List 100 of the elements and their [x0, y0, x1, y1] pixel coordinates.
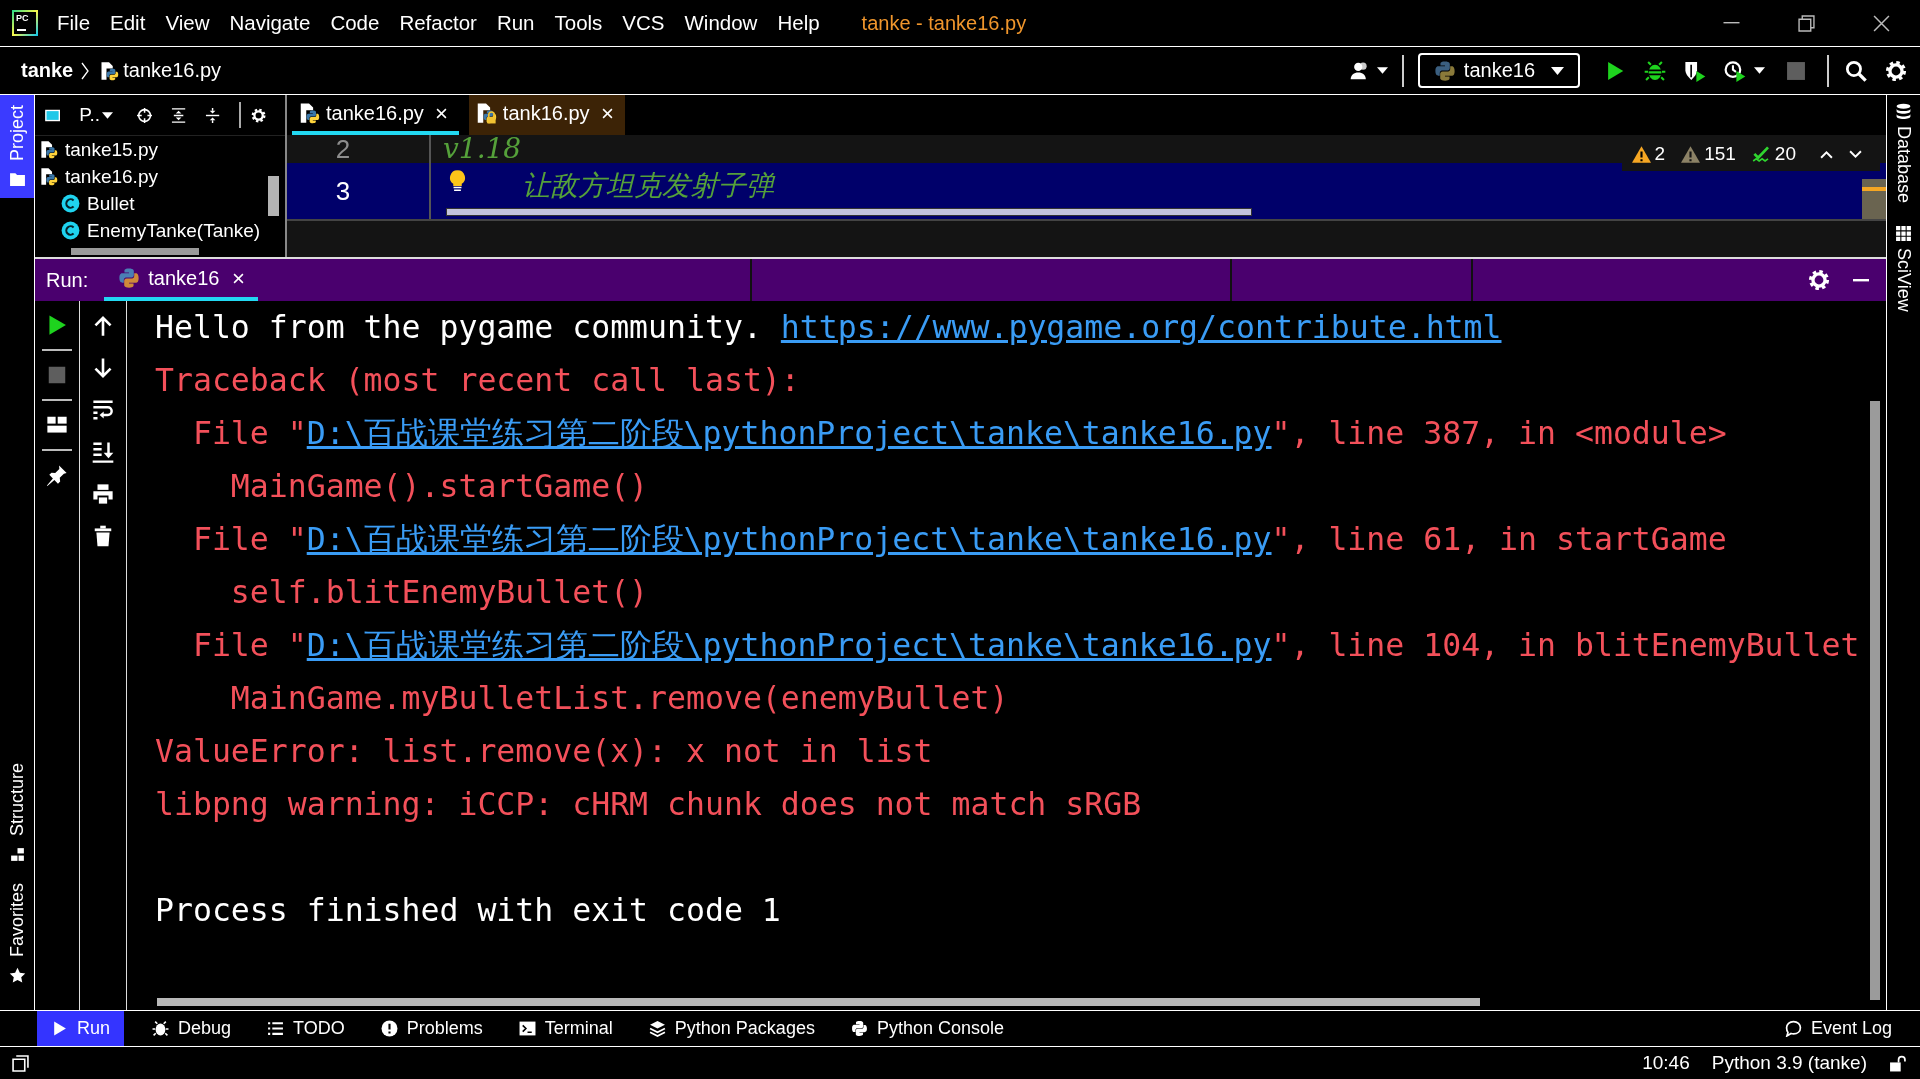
breadcrumb-item[interactable]: tanke — [21, 59, 74, 82]
error-line: MainGame.myBulletList.remove(enemyBullet) — [230, 680, 1009, 716]
trash-icon[interactable] — [92, 525, 114, 547]
tool-window-button[interactable]: Python Console — [842, 1011, 1012, 1046]
tool-window-tab[interactable]: Project — [0, 95, 34, 199]
interpreter-selector[interactable]: Python 3.9 (tanke) — [1711, 1052, 1867, 1074]
horizontal-scrollbar[interactable] — [157, 998, 1480, 1006]
menu-item[interactable]: Code — [320, 11, 390, 35]
menu-item[interactable]: Tools — [544, 11, 613, 35]
menu-item[interactable]: Edit — [100, 11, 156, 35]
soft-wrap-icon[interactable] — [92, 399, 114, 421]
caret-icon — [1551, 66, 1564, 75]
lightbulb-icon[interactable] — [449, 169, 466, 193]
cursor-position[interactable]: 10:46 — [1642, 1052, 1690, 1074]
tool-window-tab[interactable]: SciView — [1887, 217, 1920, 326]
menu-item[interactable]: Window — [674, 11, 768, 35]
menu-item[interactable]: Navigate — [219, 11, 321, 35]
class-icon — [61, 221, 80, 240]
tool-window-button[interactable]: Python Packages — [640, 1011, 823, 1046]
error-line: libpng warning: iCCP: cHRM chunk does not match sRGB — [155, 786, 1142, 822]
console-link[interactable]: https://www.pygame.org/contribute.html — [780, 309, 1502, 345]
layout-icon[interactable] — [46, 414, 68, 436]
horizontal-scrollbar[interactable] — [446, 208, 1252, 216]
run-icon[interactable] — [46, 314, 68, 336]
warning-count: 2 — [1654, 143, 1666, 165]
menu-item[interactable]: Run — [486, 11, 545, 35]
python-icon — [1433, 59, 1456, 82]
menu-item[interactable]: VCS — [612, 11, 675, 35]
database-icon — [1895, 103, 1912, 120]
tree-item[interactable]: Bullet — [35, 190, 285, 217]
line-number: 2 — [335, 133, 351, 165]
chevron-up-icon[interactable] — [1820, 149, 1833, 159]
error-stripe[interactable] — [1862, 179, 1886, 219]
error-line: MainGame().startGame() — [230, 468, 649, 504]
minimize-icon[interactable] — [1850, 278, 1872, 282]
settings-icon[interactable] — [1885, 59, 1907, 82]
tool-window-tab[interactable]: Database — [1887, 95, 1920, 218]
unlocked-icon[interactable] — [1889, 1054, 1906, 1072]
close-icon[interactable] — [1873, 14, 1890, 32]
python-icon — [850, 1020, 868, 1037]
bug-icon[interactable] — [1644, 59, 1666, 82]
horizontal-scrollbar[interactable] — [71, 248, 199, 255]
menu-item[interactable]: View — [155, 11, 220, 35]
tool-window-button[interactable]: Run — [37, 1011, 125, 1046]
arrow-up-icon[interactable] — [92, 315, 114, 337]
vertical-scrollbar[interactable] — [1870, 401, 1880, 1000]
error-line: File "D:\百战课堂练习第二阶段\pythonProject\tanke\tanke16.py", line 387, in <module> — [192, 415, 1727, 451]
vertical-scrollbar[interactable] — [268, 176, 279, 216]
tree-item[interactable]: tanke15.py — [35, 136, 285, 163]
code-text: 让敌方坦克发射子弹 — [522, 169, 774, 203]
window-title: tanke - tanke16.py — [861, 11, 1027, 35]
tool-window-tab[interactable]: Structure — [0, 752, 34, 873]
tool-window-tab[interactable]: Favorites — [0, 872, 34, 994]
warning-icon — [1631, 145, 1651, 163]
app-logo: PC — [12, 10, 38, 36]
stop-icon[interactable] — [1785, 59, 1807, 82]
window-icon[interactable] — [12, 1054, 29, 1072]
run-configuration-dropdown[interactable]: tanke16 — [1417, 53, 1580, 88]
run-tab[interactable]: tanke16 — [104, 259, 259, 301]
python-icon — [118, 267, 141, 289]
tool-window-button[interactable]: TODO — [259, 1011, 353, 1046]
minimize-icon[interactable] — [1723, 22, 1740, 24]
code-text: v1.18 — [443, 132, 522, 166]
view-selector[interactable]: P.. — [79, 104, 113, 126]
console-link[interactable]: D:\百战课堂练习第二阶段\pythonProject\tanke\tanke16.py — [306, 521, 1272, 557]
caret-icon — [101, 111, 113, 119]
tree-item[interactable]: EnemyTanke(Tanke) — [35, 217, 285, 244]
python-file-icon — [99, 60, 120, 81]
stop-icon[interactable] — [46, 364, 68, 386]
check-count: 20 — [1774, 143, 1796, 165]
pin-icon[interactable] — [46, 464, 68, 486]
search-icon[interactable] — [1845, 59, 1867, 82]
menu-item[interactable]: Help — [767, 11, 830, 35]
editor-tab[interactable]: tank16.py — [468, 95, 625, 135]
warning-marker[interactable] — [1862, 187, 1886, 191]
console-link[interactable]: D:\百战课堂练习第二阶段\pythonProject\tanke\tanke16.py — [306, 415, 1272, 451]
settings-icon[interactable] — [1808, 269, 1830, 291]
bug-icon — [152, 1020, 170, 1037]
tree-item[interactable]: tanke16.py — [35, 163, 285, 190]
event-log-button[interactable]: Event Log — [1776, 1011, 1900, 1046]
console-link[interactable]: D:\百战课堂练习第二阶段\pythonProject\tanke\tanke16.py — [306, 627, 1272, 663]
play-icon — [51, 1020, 68, 1037]
breadcrumb-item[interactable]: tanke16.py — [99, 59, 222, 82]
menu-item[interactable]: Refactor — [389, 11, 487, 35]
chevron-down-icon[interactable] — [1849, 149, 1862, 159]
caret-icon[interactable] — [1754, 67, 1765, 74]
scroll-to-end-icon[interactable] — [92, 441, 114, 463]
tool-window-button[interactable]: Terminal — [510, 1011, 621, 1046]
tool-window-button[interactable]: Problems — [372, 1011, 491, 1046]
code-editor[interactable]: 2 v1.18 3 让敌方坦克发射子弹 2 151 20 — [287, 135, 1886, 219]
restore-icon[interactable] — [1798, 14, 1815, 32]
tool-window-button[interactable]: Debug — [144, 1011, 240, 1046]
error-line: ValueError: list.remove(x): x not in list — [155, 733, 933, 769]
weak-warning-count: 151 — [1704, 143, 1736, 165]
menu-item[interactable]: File — [47, 11, 101, 35]
output-line: Hello from the pygame community. https://www.pygame.org/contribute.html — [155, 309, 1502, 345]
clock-play-icon[interactable] — [1724, 59, 1746, 82]
printer-icon[interactable] — [92, 483, 114, 505]
arrow-down-icon[interactable] — [92, 357, 114, 379]
shield-play-icon[interactable] — [1684, 59, 1706, 82]
